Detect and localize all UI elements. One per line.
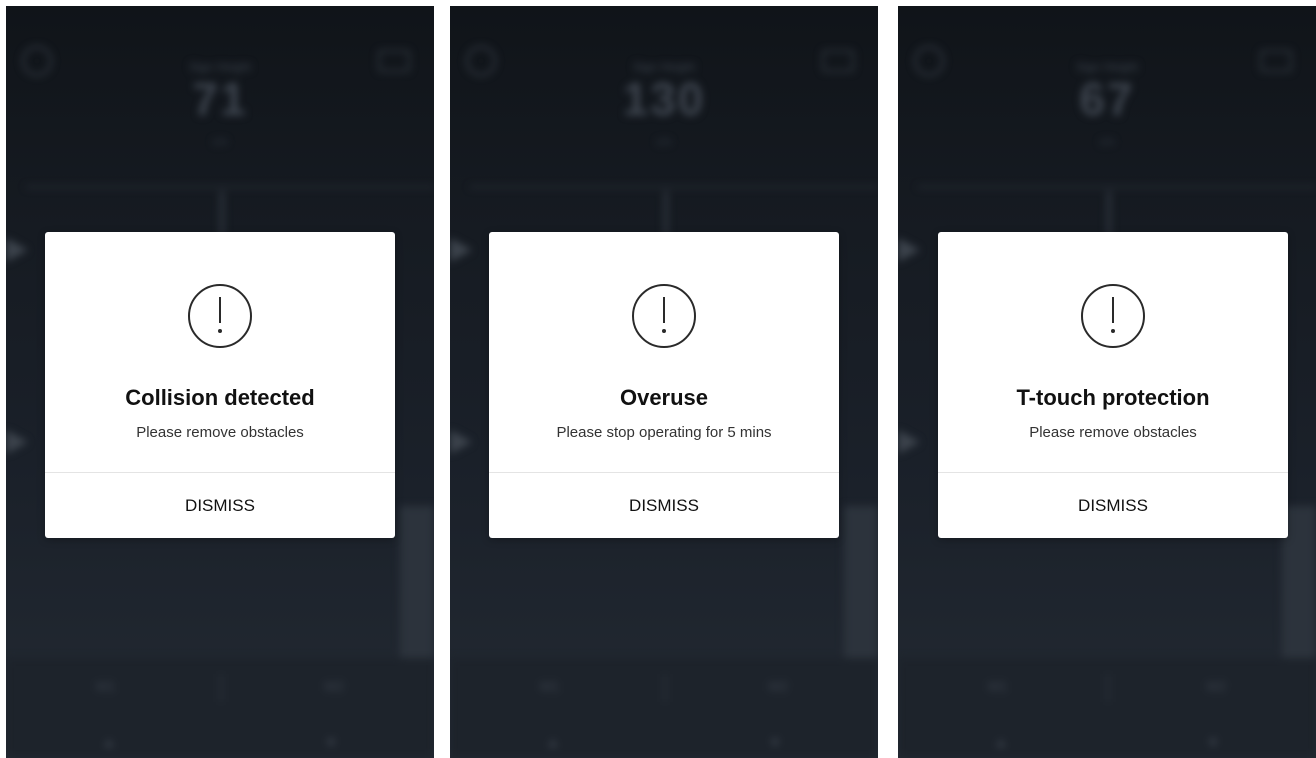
dialog-title: Overuse [619, 385, 709, 410]
dismiss-button[interactable]: DISMISS [938, 473, 1288, 538]
down-arrow-icon: ▼ [324, 734, 338, 750]
down-arrow-icon: ▼ [768, 734, 782, 750]
control-divider [1107, 674, 1109, 702]
dialog-title: T-touch protection [1016, 385, 1210, 410]
pointer-top-icon [898, 238, 920, 262]
dialog-message: Please stop operating for 5 mins [556, 424, 772, 441]
alert-dialog: T-touch protection Please remove obstacl… [938, 232, 1288, 538]
memory-1-button: M1 [96, 678, 116, 694]
alert-circle-icon [1081, 284, 1145, 348]
control-divider [220, 674, 222, 702]
alert-circle-icon [632, 284, 696, 348]
height-value: 130 [622, 73, 706, 125]
memory-2-button: M2 [1206, 678, 1226, 694]
pointer-top-icon [6, 238, 28, 262]
alert-dialog: Overuse Please stop operating for 5 mins… [489, 232, 839, 538]
control-divider [664, 674, 666, 702]
up-arrow-icon: ▲ [546, 734, 560, 750]
memory-2-button: M2 [324, 678, 344, 694]
control-panel [898, 658, 1316, 758]
height-value: 71 [192, 73, 248, 125]
dialog-message: Please remove obstacles [1029, 424, 1197, 441]
dialog-title: Collision detected [125, 385, 315, 410]
app-screen-collision: Sign Height 71 cm M1 M2 ▲ ▼ Collision de… [6, 6, 434, 758]
app-screen-overuse: Sign Height 130 cm M1 M2 ▲ ▼ Overuse Ple… [450, 6, 878, 758]
memory-2-button: M2 [768, 678, 788, 694]
dismiss-button[interactable]: DISMISS [489, 473, 839, 538]
pointer-bottom-icon [450, 430, 472, 454]
dismiss-button[interactable]: DISMISS [45, 473, 395, 538]
up-arrow-icon: ▲ [102, 734, 116, 750]
height-guide-line [470, 186, 878, 188]
memory-1-button: M1 [988, 678, 1008, 694]
down-arrow-icon: ▼ [1206, 734, 1220, 750]
pointer-top-icon [450, 238, 472, 262]
dialog-message: Please remove obstacles [136, 424, 304, 441]
control-panel [6, 658, 434, 758]
height-unit: cm [1099, 136, 1115, 148]
pointer-bottom-icon [6, 430, 28, 454]
up-arrow-icon: ▲ [994, 734, 1008, 750]
memory-1-button: M1 [540, 678, 560, 694]
app-screen-t-touch: Sign Height 67 cm M1 M2 ▲ ▼ T-touch prot… [898, 6, 1316, 758]
height-value: 67 [1079, 73, 1135, 125]
alert-dialog: Collision detected Please remove obstacl… [45, 232, 395, 538]
pointer-bottom-icon [898, 430, 920, 454]
alert-circle-icon [188, 284, 252, 348]
height-unit: cm [212, 136, 228, 148]
height-unit: cm [656, 136, 672, 148]
control-panel [450, 658, 878, 758]
height-guide-line [26, 186, 434, 188]
height-guide-line [918, 186, 1316, 188]
